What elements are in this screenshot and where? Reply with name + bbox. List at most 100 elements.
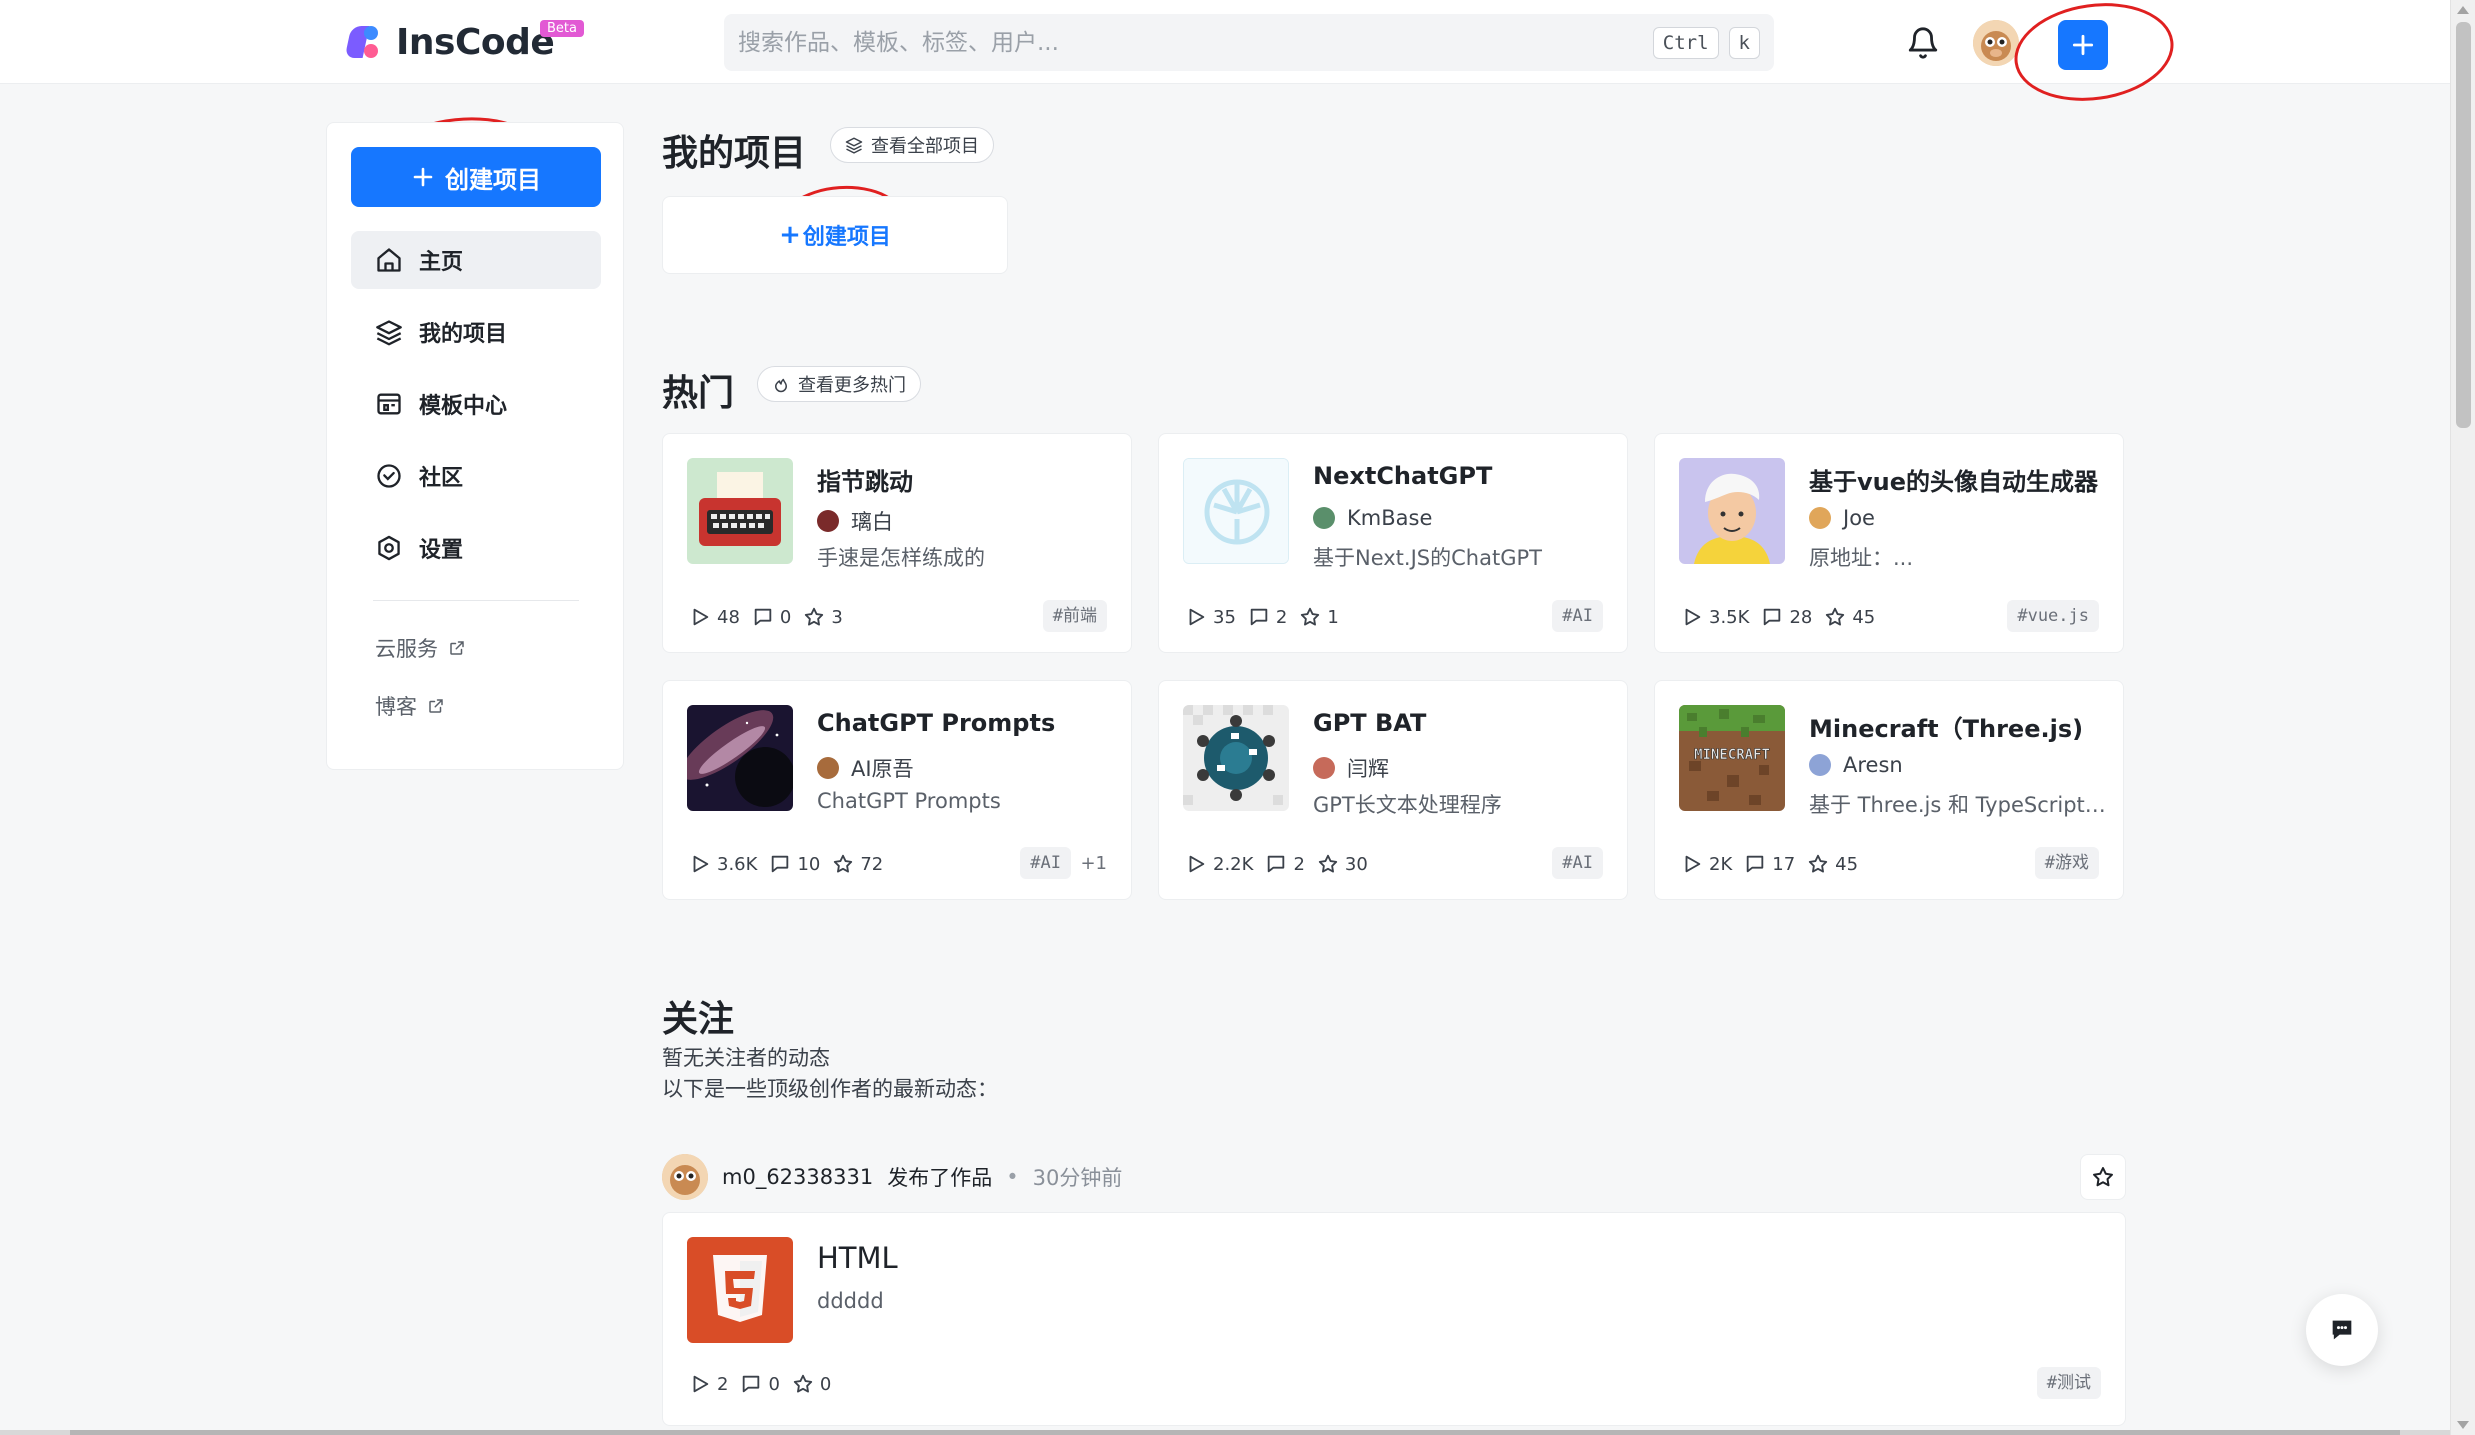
star-icon bbox=[1809, 854, 1828, 873]
play-icon bbox=[1685, 855, 1701, 873]
feed-user-avatar[interactable] bbox=[662, 1154, 708, 1200]
run-count: 48 bbox=[717, 606, 740, 628]
logo-text: InsCode bbox=[396, 21, 555, 63]
logo[interactable]: InsCode Beta bbox=[344, 18, 584, 66]
sidebar-item-my-projects[interactable]: 我的项目 bbox=[351, 303, 601, 361]
chat-fab-button[interactable] bbox=[2306, 1294, 2378, 1366]
shortcut-k-key: k bbox=[1728, 26, 1760, 59]
star-count: 45 bbox=[1835, 853, 1859, 875]
card-description: 基于 Three.js 和 TypeScript 的... bbox=[1809, 793, 2109, 817]
feed-tag[interactable]: #测试 bbox=[2036, 1367, 2101, 1399]
cloud-service-link[interactable]: 云服务 bbox=[375, 633, 466, 663]
feed-username[interactable]: m0_62338331 bbox=[722, 1165, 873, 1189]
blog-link[interactable]: 博客 bbox=[375, 691, 445, 721]
card-stats: 3.5K 28 45 bbox=[1681, 606, 1875, 628]
star-count: 45 bbox=[1852, 606, 1876, 628]
author-avatar bbox=[1809, 507, 1831, 529]
author-avatar bbox=[817, 510, 839, 532]
comment-count: 17 bbox=[1772, 853, 1796, 875]
card-tag[interactable]: #游戏 bbox=[2034, 847, 2099, 879]
card-author[interactable]: 璃白 bbox=[817, 506, 893, 536]
sidebar-divider bbox=[373, 600, 579, 601]
run-count: 2K bbox=[1709, 853, 1733, 875]
shortcut-ctrl-key: Ctrl bbox=[1652, 26, 1719, 59]
sidebar-item-home[interactable]: 主页 bbox=[351, 231, 601, 289]
card-author[interactable]: KmBase bbox=[1313, 506, 1432, 530]
project-card[interactable]: ChatGPT Prompts AI原吾 ChatGPT Prompts 3.6… bbox=[662, 680, 1132, 900]
horizontal-scroll-thumb[interactable] bbox=[70, 1430, 2400, 1435]
feed-header: m0_62338331 发布了作品 • 30分钟前 bbox=[662, 1154, 1122, 1200]
html5-thumbnail bbox=[687, 1237, 793, 1343]
scroll-down-arrow-icon[interactable] bbox=[2457, 1421, 2469, 1429]
search-bar[interactable]: Ctrl k bbox=[724, 14, 1774, 71]
feed-project-card[interactable]: HTML ddddd 2 0 0 #测试 bbox=[662, 1212, 2126, 1426]
star-count: 0 bbox=[819, 1373, 832, 1395]
card-stats: 35 2 1 bbox=[1185, 606, 1339, 628]
typewriter-thumbnail bbox=[687, 458, 793, 564]
comment-icon bbox=[1268, 855, 1285, 873]
user-avatar[interactable] bbox=[1973, 20, 2019, 66]
run-count: 35 bbox=[1213, 606, 1236, 628]
card-author[interactable]: AI原吾 bbox=[817, 753, 914, 783]
sidebar-item-settings[interactable]: 设置 bbox=[351, 519, 601, 577]
scroll-up-arrow-icon[interactable] bbox=[2457, 6, 2469, 14]
card-author[interactable]: Joe bbox=[1809, 506, 1875, 530]
run-count: 2 bbox=[717, 1373, 729, 1395]
feed-separator-dot: • bbox=[1006, 1165, 1019, 1189]
template-icon bbox=[377, 393, 401, 415]
follow-title: 关注 bbox=[662, 999, 735, 1040]
project-card[interactable]: MINECRAFT Minecraft（Three.js) Aresn 基于 T… bbox=[1654, 680, 2124, 900]
play-icon bbox=[693, 1375, 709, 1393]
card-tag[interactable]: #vue.js bbox=[2007, 600, 2099, 632]
flame-icon bbox=[775, 378, 787, 393]
create-project-card-label: 创建项目 bbox=[802, 225, 891, 250]
comment-count: 0 bbox=[768, 1373, 780, 1395]
project-card[interactable]: 指节跳动 璃白 手速是怎样练成的 48 0 3 #前端 bbox=[662, 433, 1132, 653]
comment-count: 10 bbox=[797, 853, 821, 875]
view-more-hot-button[interactable]: 查看更多热门 bbox=[757, 366, 921, 402]
scroll-thumb[interactable] bbox=[2456, 22, 2471, 428]
vertical-scrollbar[interactable] bbox=[2450, 0, 2475, 1435]
card-tag[interactable]: #AI bbox=[1552, 847, 1603, 879]
card-author[interactable]: Aresn bbox=[1809, 753, 1903, 777]
chat-icon bbox=[2332, 1320, 2352, 1340]
comment-icon bbox=[772, 855, 789, 873]
author-avatar bbox=[1313, 757, 1335, 779]
comment-count: 2 bbox=[1293, 853, 1305, 875]
sidebar-item-community[interactable]: 社区 bbox=[351, 447, 601, 505]
bell-icon[interactable] bbox=[1906, 26, 1940, 60]
card-title: 指节跳动 bbox=[817, 468, 913, 496]
sidebar-item-label: 模板中心 bbox=[419, 394, 508, 419]
card-title: ChatGPT Prompts bbox=[817, 709, 1056, 737]
project-card[interactable]: GPT BAT 闫辉 GPT长文本处理程序 2.2K 2 30 #AI bbox=[1158, 680, 1628, 900]
star-icon bbox=[834, 854, 853, 873]
sidebar-item-label: 主页 bbox=[419, 250, 464, 275]
galaxy-thumbnail bbox=[687, 705, 793, 811]
comment-icon bbox=[754, 608, 772, 626]
view-all-projects-button[interactable]: 查看全部项目 bbox=[830, 127, 994, 163]
follow-star-button[interactable] bbox=[2080, 1154, 2126, 1200]
svg-text:MINECRAFT: MINECRAFT bbox=[1694, 747, 1770, 763]
view-all-projects-label: 查看全部项目 bbox=[871, 136, 979, 157]
search-input[interactable] bbox=[738, 29, 1643, 56]
star-icon bbox=[1826, 607, 1845, 626]
minecraft-thumbnail: MINECRAFT bbox=[1679, 705, 1785, 811]
card-tag-more[interactable]: +1 bbox=[1080, 853, 1107, 874]
create-project-card[interactable]: + 创建项目 bbox=[662, 196, 1008, 274]
feed-project-title: HTML bbox=[817, 1241, 898, 1275]
sidebar-item-label: 社区 bbox=[419, 466, 464, 491]
author-name: Joe bbox=[1843, 506, 1875, 530]
create-project-button[interactable]: 创建项目 bbox=[351, 147, 601, 207]
play-icon bbox=[1685, 608, 1701, 626]
feed-stats: 2 0 0 bbox=[689, 1373, 831, 1395]
card-author[interactable]: 闫辉 bbox=[1313, 753, 1389, 783]
run-count: 3.6K bbox=[717, 853, 758, 875]
card-tag[interactable]: #AI bbox=[1020, 847, 1071, 879]
comment-count: 0 bbox=[779, 606, 792, 628]
run-count: 2.2K bbox=[1213, 853, 1254, 875]
card-tag[interactable]: #AI bbox=[1552, 600, 1603, 632]
card-tag[interactable]: #前端 bbox=[1042, 600, 1107, 632]
sidebar-item-templates[interactable]: 模板中心 bbox=[351, 375, 601, 433]
project-card[interactable]: NextChatGPT KmBase 基于Next.JS的ChatGPT 35 … bbox=[1158, 433, 1628, 653]
project-card[interactable]: 基于vue的头像自动生成器 Joe 原地址：... 3.5K 28 45 #vu… bbox=[1654, 433, 2124, 653]
